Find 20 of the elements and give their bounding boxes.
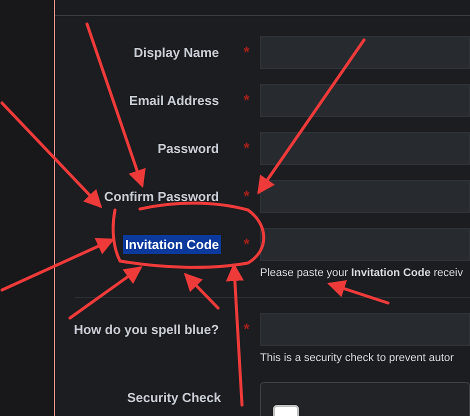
required-mark: * (244, 45, 250, 60)
field-label: Display Name (132, 44, 220, 62)
field-label: Password (156, 140, 220, 158)
field-label: Security Check (127, 389, 221, 407)
required-mark: * (244, 237, 250, 252)
field-label: Email Address (128, 92, 220, 110)
field-label: Confirm Password (103, 188, 220, 206)
required-mark: * (244, 141, 250, 156)
field-label: How do you spell blue? (72, 320, 220, 339)
field-label: Invitation Code (123, 234, 221, 254)
input-field[interactable] (260, 36, 470, 69)
input-field[interactable] (260, 228, 470, 261)
field-hint: This is a security check to prevent autor (260, 351, 455, 366)
input-field[interactable] (260, 84, 470, 117)
required-mark: * (244, 93, 250, 108)
input-field[interactable] (260, 180, 470, 213)
field-hint: Please paste your Invitation Code receiv (260, 266, 464, 281)
required-mark: * (244, 189, 250, 204)
required-mark: * (244, 322, 250, 337)
input-field[interactable] (260, 132, 470, 165)
